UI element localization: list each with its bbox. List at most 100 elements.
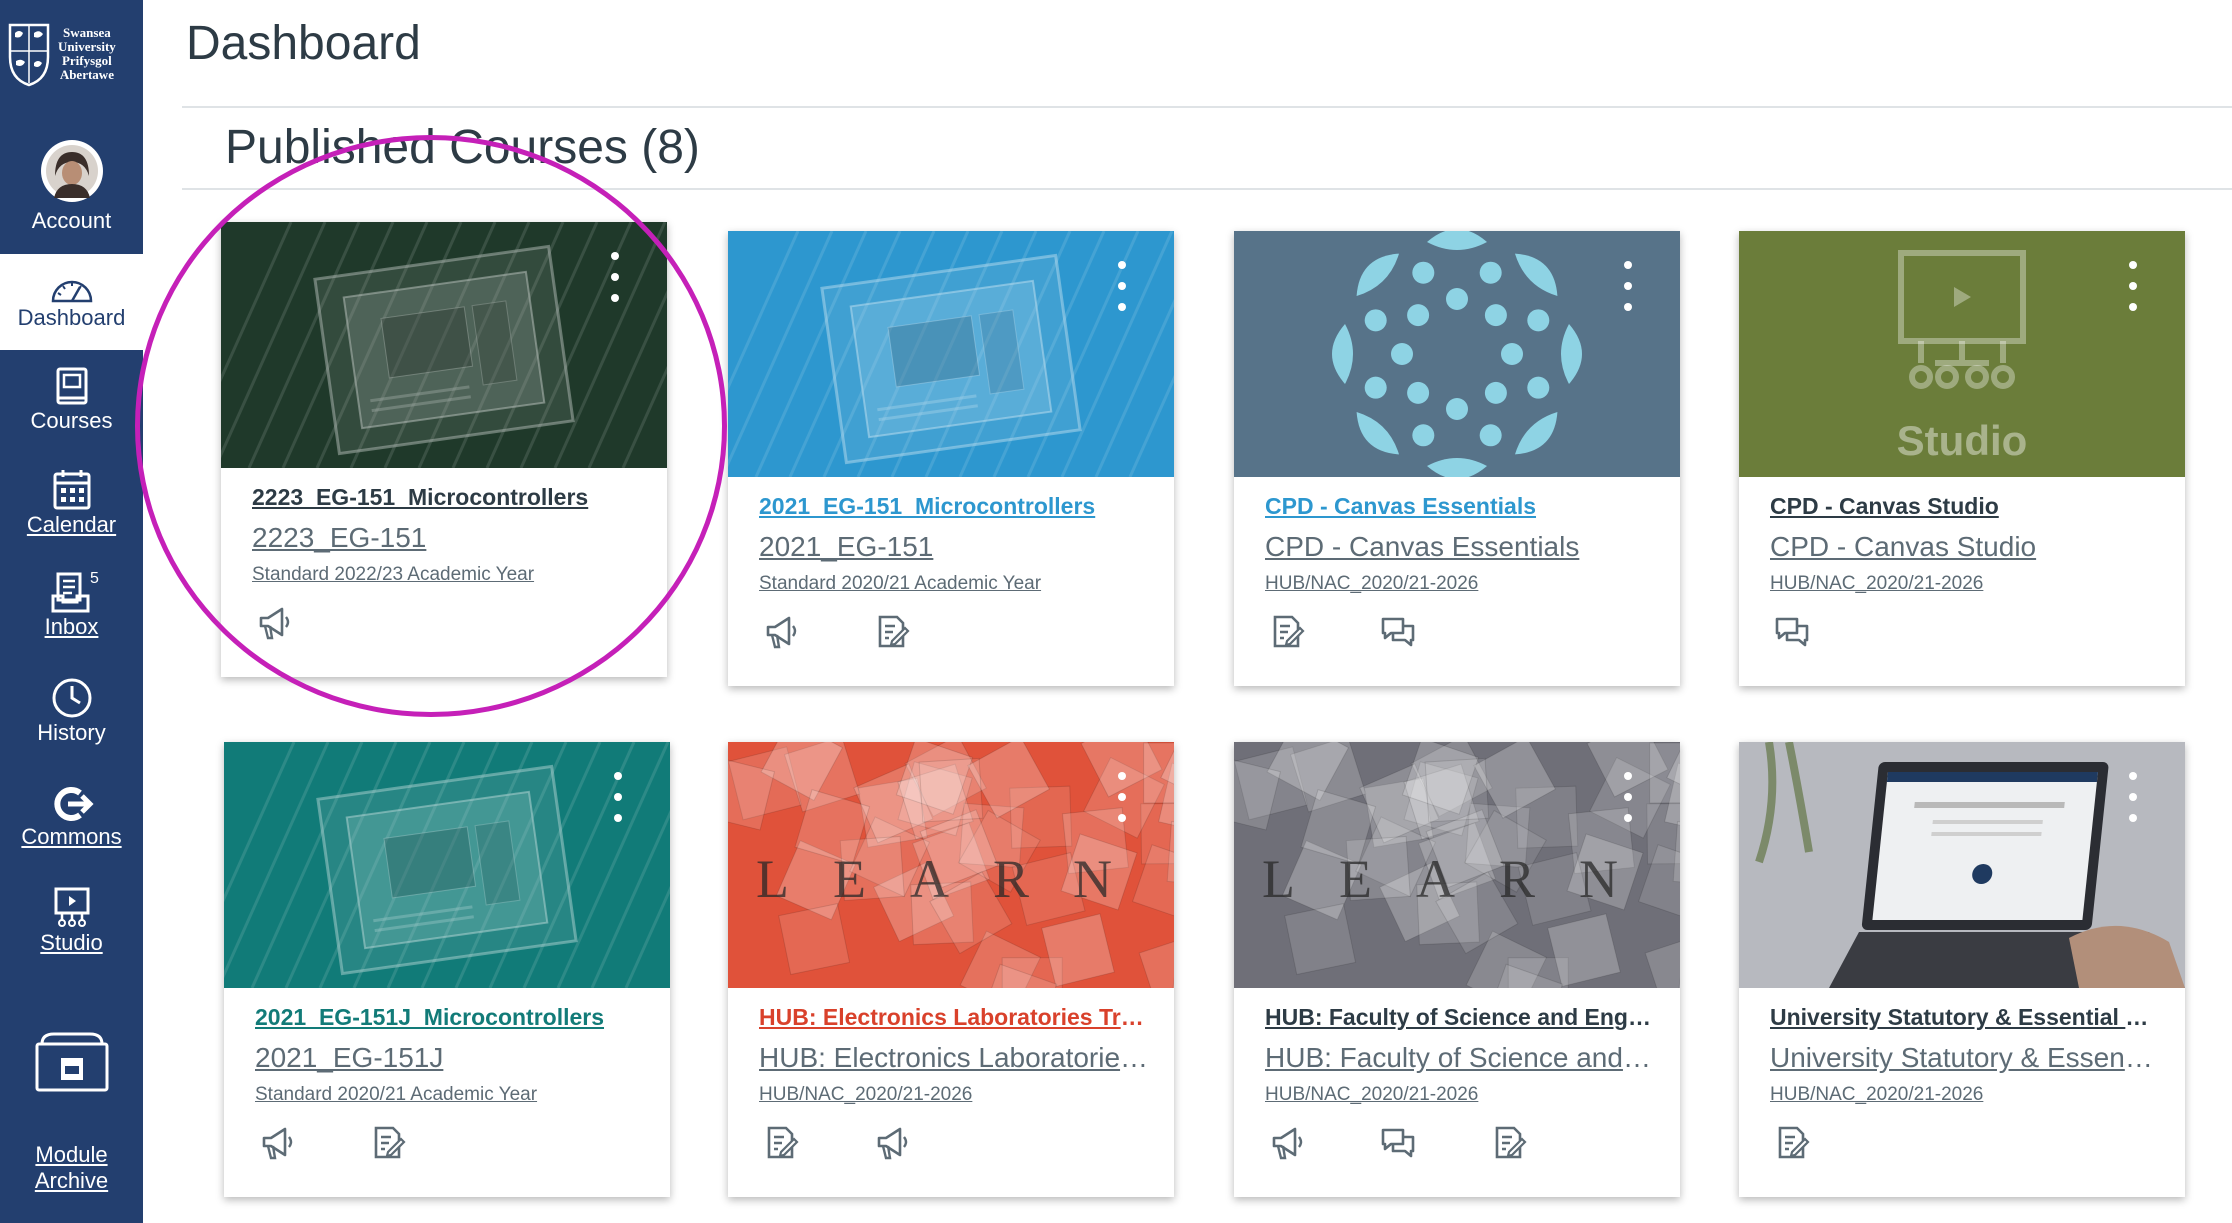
announcements-icon[interactable] (1268, 1124, 1306, 1162)
studio-hero-label: Studio (1896, 417, 2028, 464)
course-card-title-link[interactable]: University Statutory & Essential Tr... (1770, 1004, 2160, 1031)
nav-item-courses[interactable]: Courses (0, 366, 143, 452)
course-card-hero-image[interactable] (221, 222, 667, 468)
course-card[interactable]: LEARN HUB: Electronics Laboratories Trai… (728, 742, 1174, 1197)
avatar (40, 140, 103, 202)
nav-label: Dashboard (17, 305, 126, 330)
course-card-actions (1773, 613, 1811, 651)
course-card-term: HUB/NAC_2020/21-2026 (1770, 573, 1984, 594)
assignments-icon[interactable] (369, 1124, 407, 1162)
user-photo-icon (45, 145, 98, 198)
inbox-unread-badge: 5 (90, 570, 99, 587)
nav-item-calendar[interactable]: Calendar (0, 468, 143, 554)
divider (182, 106, 2232, 108)
course-card-actions (1268, 613, 1417, 651)
course-card[interactable]: 2223_EG-151_Microcontrollers 2223_EG-151… (221, 222, 667, 677)
learn-tiles-word: LEARN (1262, 849, 1662, 909)
course-card[interactable]: LEARN HUB: Faculty of Science and Engin.… (1234, 742, 1680, 1197)
card-options-icon[interactable] (1616, 261, 1640, 311)
course-card-hero-image[interactable] (1739, 742, 2185, 988)
course-card-term: Standard 2020/21 Academic Year (255, 1084, 538, 1105)
course-card-hero-image[interactable] (728, 231, 1174, 477)
course-card-actions (762, 1124, 911, 1162)
course-card-actions (1773, 1124, 1811, 1162)
card-options-icon[interactable] (1110, 261, 1134, 311)
course-card-term: HUB/NAC_2020/21-2026 (1265, 1084, 1479, 1105)
nav-label: Courses (30, 408, 113, 433)
course-card-code[interactable]: University Statutory & Essenti... (1770, 1042, 2160, 1074)
course-card[interactable]: University Statutory & Essential Tr... U… (1739, 742, 2185, 1197)
course-card-code[interactable]: 2021_EG-151 (759, 531, 1149, 563)
learn-tiles-word: LEARN (756, 849, 1156, 909)
course-card-code[interactable]: HUB: Faculty of Science and E... (1265, 1042, 1655, 1074)
card-options-icon[interactable] (606, 772, 630, 822)
university-logo[interactable]: Swansea University Prifysgol Abertawe (6, 8, 137, 100)
course-card-title-link[interactable]: 2223_EG-151_Microcontrollers (252, 484, 642, 511)
discussions-icon[interactable] (1379, 1124, 1417, 1162)
nav-item-history[interactable]: History (0, 676, 143, 762)
nav-label: Studio (40, 930, 103, 955)
course-card-title-link[interactable]: CPD - Canvas Studio (1770, 493, 2160, 520)
announcements-icon[interactable] (258, 1124, 296, 1162)
divider (182, 188, 2232, 190)
course-card-actions (1268, 1124, 1528, 1162)
inbox-icon (51, 572, 89, 613)
discussions-icon[interactable] (1379, 613, 1417, 651)
course-card-code[interactable]: HUB: Electronics Laboratories... (759, 1042, 1149, 1074)
course-card[interactable]: 2021_EG-151_Microcontrollers 2021_EG-151… (728, 231, 1174, 686)
announcements-icon[interactable] (762, 613, 800, 651)
course-card[interactable]: CPD - Canvas Essentials CPD - Canvas Ess… (1234, 231, 1680, 686)
course-card-actions (255, 604, 293, 642)
course-card-code[interactable]: CPD - Canvas Studio (1770, 531, 2160, 563)
course-card-title-link[interactable]: 2021_EG-151_Microcontrollers (759, 493, 1149, 520)
nav-item-account[interactable]: Account (0, 140, 143, 240)
card-options-icon[interactable] (1110, 772, 1134, 822)
nav-item-dashboard[interactable]: Dashboard (0, 254, 143, 350)
announcements-icon[interactable] (873, 1124, 911, 1162)
dashboard-icon (51, 280, 92, 303)
nav-label: Calendar (26, 512, 117, 537)
nav-item-module-archive[interactable]: Module Archive (0, 1030, 143, 1200)
course-card-title-link[interactable]: HUB: Faculty of Science and Engin... (1265, 1004, 1655, 1031)
calendar-icon (53, 470, 90, 510)
course-card-title-link[interactable]: 2021_EG-151J_Microcontrollers (255, 1004, 645, 1031)
course-card-code[interactable]: 2223_EG-151 (252, 522, 642, 554)
course-card-term: Standard 2020/21 Academic Year (759, 573, 1042, 594)
card-options-icon[interactable] (2121, 261, 2145, 311)
nav-item-studio[interactable]: Studio (0, 886, 143, 968)
courses-book-icon (56, 367, 87, 405)
nav-label: Module Archive (34, 1142, 109, 1193)
assignments-icon[interactable] (1490, 1124, 1528, 1162)
nav-item-inbox[interactable]: 5 Inbox (0, 570, 143, 656)
clock-icon (52, 678, 91, 718)
course-card-hero-image[interactable]: LEARN (1234, 742, 1680, 988)
course-card-hero-image[interactable] (1234, 231, 1680, 477)
course-card-code[interactable]: 2021_EG-151J (255, 1042, 645, 1074)
course-card[interactable]: Studio CPD - Canvas Studio CPD - Canvas … (1739, 231, 2185, 686)
card-options-icon[interactable] (2121, 772, 2145, 822)
assignments-icon[interactable] (1773, 1124, 1811, 1162)
nav-item-commons[interactable]: Commons (0, 784, 143, 866)
section-heading: Published Courses (8) (225, 121, 700, 174)
course-card-title-link[interactable]: HUB: Electronics Laboratories Trai... (759, 1004, 1149, 1031)
course-card-term: HUB/NAC_2020/21-2026 (1265, 573, 1479, 594)
card-options-icon[interactable] (1616, 772, 1640, 822)
card-options-icon[interactable] (603, 252, 627, 302)
studio-icon (54, 887, 89, 927)
announcements-icon[interactable] (255, 604, 293, 642)
course-card-code[interactable]: CPD - Canvas Essentials (1265, 531, 1655, 563)
logo-line: University (58, 39, 116, 54)
course-card-title-link[interactable]: CPD - Canvas Essentials (1265, 493, 1655, 520)
assignments-icon[interactable] (1268, 613, 1306, 651)
course-card-hero-image[interactable]: Studio (1739, 231, 2185, 477)
discussions-icon[interactable] (1773, 613, 1811, 651)
course-card-term: Standard 2022/23 Academic Year (252, 564, 535, 585)
assignments-icon[interactable] (873, 613, 911, 651)
assignments-icon[interactable] (762, 1124, 800, 1162)
course-card[interactable]: 2021_EG-151J_Microcontrollers 2021_EG-15… (224, 742, 670, 1197)
course-card-hero-image[interactable] (224, 742, 670, 988)
course-card-hero-image[interactable]: LEARN (728, 742, 1174, 988)
commons-icon (53, 787, 94, 821)
course-card-actions (762, 613, 911, 651)
global-navigation: Swansea University Prifysgol Abertawe Ac… (0, 0, 143, 1223)
